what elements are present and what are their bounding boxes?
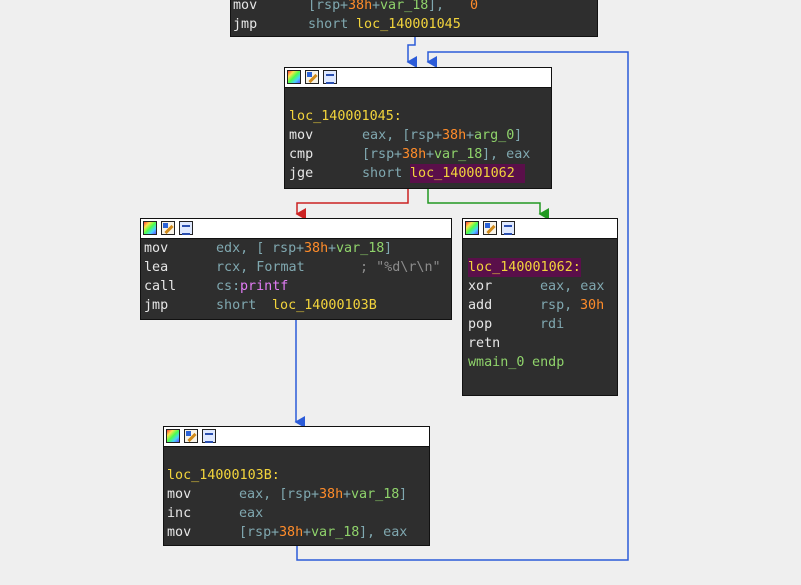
code-block-loc_140001045[interactable]: loc_140001045: mov eax, [ rsp + 38h + ar…	[284, 67, 552, 189]
palette-icon[interactable]	[143, 221, 157, 235]
block-header	[463, 219, 617, 239]
block-header	[164, 427, 429, 447]
graph-icon[interactable]	[179, 221, 193, 235]
rename-icon[interactable]	[161, 221, 175, 235]
instruction-line: add rsp, 30h	[468, 298, 605, 313]
block-label[interactable]: loc_140001045:	[289, 107, 402, 126]
function-end-label: wmain_0	[468, 355, 525, 370]
instruction-line: mov eax, [ rsp + 38h + arg_0 ]	[289, 128, 523, 143]
edge-true-branch	[427, 189, 549, 220]
code-block-loc_14000103B[interactable]: loc_14000103B: mov eax, [ rsp + 38h + va…	[163, 426, 430, 546]
instruction-line: pop rdi	[468, 317, 565, 332]
instruction-line: wmain_0 endp	[468, 355, 565, 370]
jump-target-label[interactable]: loc_14000103B	[272, 296, 377, 315]
block-label[interactable]: loc_14000103B:	[167, 466, 280, 485]
rename-icon[interactable]	[184, 429, 198, 443]
function-name[interactable]: printf	[240, 277, 288, 296]
palette-icon[interactable]	[166, 429, 180, 443]
instruction-line: mov eax, [ rsp + 38h + var_18 ]	[167, 487, 408, 502]
palette-icon[interactable]	[287, 70, 301, 84]
instruction-line: lea rcx, Format ; "%d\r\n"	[144, 260, 441, 275]
block-header	[141, 219, 451, 239]
graph-icon[interactable]	[323, 70, 337, 84]
block-header	[285, 68, 551, 88]
instruction-line: call cs: printf	[144, 277, 289, 296]
comment-text: ; "%d\r\n"	[360, 260, 441, 275]
instruction-line: jmp short loc_14000103B	[144, 296, 377, 315]
instruction-line: mov edx, [ rsp + 38h + var_18 ]	[144, 241, 393, 256]
instruction-line: xor eax, eax	[468, 279, 605, 294]
rename-icon[interactable]	[305, 70, 319, 84]
instruction-line: inc eax	[167, 506, 264, 521]
graph-icon[interactable]	[501, 221, 515, 235]
jump-target-label[interactable]: loc_140001045	[356, 15, 461, 34]
rename-icon[interactable]	[483, 221, 497, 235]
graph-icon[interactable]	[202, 429, 216, 443]
edge-top-to-cmp	[406, 37, 417, 68]
jump-target-label[interactable]: loc_140001062	[410, 164, 525, 183]
instruction-line: retn	[468, 336, 501, 351]
instruction-line: mov [ rsp + 38h + var_18 ], 0	[233, 0, 479, 13]
block-label[interactable]: loc_140001062:	[468, 258, 581, 277]
code-block-loc_140001062[interactable]: loc_140001062: xor eax, eax add rsp, 30h…	[462, 218, 618, 396]
code-block-top[interactable]: mov [ rsp + 38h + var_18 ], 0 jmp short …	[230, 0, 598, 37]
palette-icon[interactable]	[465, 221, 479, 235]
instruction-line: jmp short loc_140001045	[233, 15, 461, 34]
instruction-line: mov [ rsp + 38h + var_18 ], eax	[167, 525, 408, 540]
code-block-print[interactable]: mov edx, [ rsp + 38h + var_18 ] lea rcx,…	[140, 218, 452, 320]
edge-false-branch	[295, 189, 409, 220]
instruction-line: jge short loc_140001062	[289, 164, 551, 183]
instruction-line: cmp [ rsp + 38h + var_18 ], eax	[289, 147, 531, 162]
